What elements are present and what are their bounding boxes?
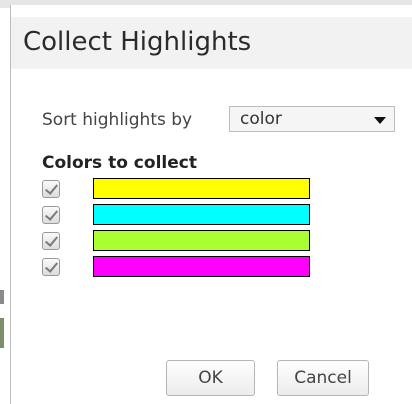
cancel-button[interactable]: Cancel (277, 360, 369, 396)
color-swatch-cyan (93, 204, 310, 225)
color-row-green (42, 229, 322, 253)
color-swatch-yellow (93, 178, 310, 199)
dialog-titlebar[interactable]: Collect Highlights (11, 17, 412, 69)
dialog-title: Collect Highlights (23, 27, 252, 57)
color-checkbox-magenta[interactable] (42, 258, 60, 276)
collect-highlights-dialog: Collect Highlights Sort highlights by co… (10, 5, 412, 404)
colors-heading: Colors to collect (42, 153, 197, 173)
color-row-magenta (42, 255, 322, 279)
checkmark-icon (44, 233, 59, 247)
color-checkbox-yellow[interactable] (42, 180, 60, 198)
sort-select[interactable]: color (229, 106, 395, 132)
ok-button[interactable]: OK (166, 360, 255, 396)
background-edge-mark (0, 318, 4, 348)
chevron-down-icon (374, 117, 386, 124)
checkmark-icon (44, 259, 59, 273)
color-row-cyan (42, 203, 322, 227)
color-checkbox-green[interactable] (42, 232, 60, 250)
color-checkbox-cyan[interactable] (42, 206, 60, 224)
color-row-yellow (42, 177, 322, 201)
color-swatch-green (93, 230, 310, 251)
checkmark-icon (44, 207, 59, 221)
color-swatch-magenta (93, 256, 310, 277)
checkmark-icon (44, 181, 59, 195)
sort-label: Sort highlights by (42, 110, 193, 130)
sort-select-value: color (240, 109, 282, 129)
background-edge-mark (0, 290, 4, 304)
